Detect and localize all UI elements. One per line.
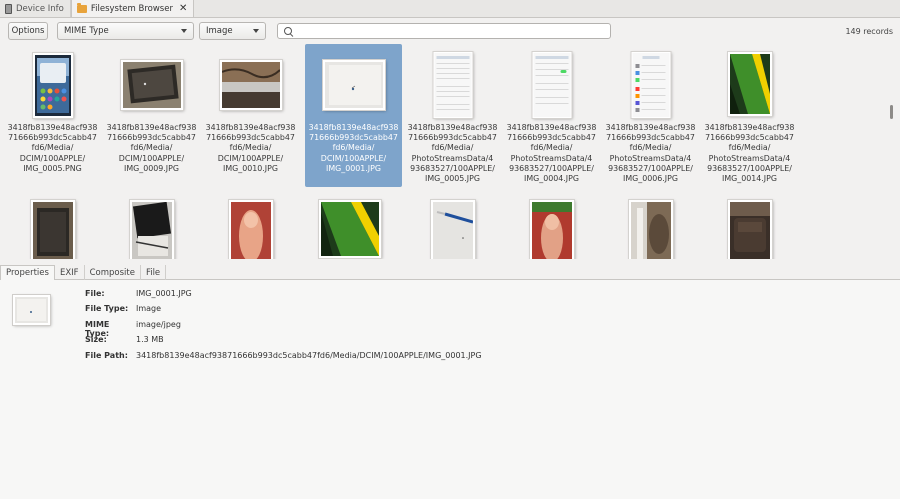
grid-tile[interactable]: 3418fb8139e48acf938 71666b993dc5cabb47 f… [701,44,798,187]
thumbnail-paper-dot [322,60,385,110]
tile-caption: 3418fb8139e48acf938 71666b993dc5cabb47 f… [605,123,696,184]
preview-thumbnail [13,295,50,325]
grid-tile[interactable] [4,196,101,259]
tab-file[interactable]: File [141,265,167,280]
thumbnail-cat-photo [628,200,673,259]
property-file: File: IMG_0001.JPG [85,289,192,298]
options-button-label: Options [11,26,45,36]
tile-caption: 3418fb8139e48acf938 71666b993dc5cabb47 f… [7,123,98,173]
thumbnail-tablet-photo [120,60,183,110]
thumbnail-pen-paper [430,200,475,259]
grid-tile[interactable]: 3418fb8139e48acf938 71666b993dc5cabb47 f… [503,44,600,187]
property-value: Image [136,304,162,313]
tab-exif[interactable]: EXIF [55,265,85,280]
tile-caption: 3418fb8139e48acf938 71666b993dc5cabb47 f… [407,123,498,184]
tab-properties[interactable]: Properties [0,265,55,280]
property-size: Size: 1.3 MB [85,335,164,344]
scrollbar-thumb[interactable] [890,105,893,119]
tile-caption: 3418fb8139e48acf938 71666b993dc5cabb47 f… [308,123,399,173]
grid-tile[interactable]: 3418fb8139e48acf938 71666b993dc5cabb47 f… [404,44,501,187]
tab-device-info-label: Device Info [16,3,64,14]
tile-caption: 3418fb8139e48acf938 71666b993dc5cabb47 f… [704,123,795,184]
thumbnail-grid: 3418fb8139e48acf938 71666b993dc5cabb47 f… [4,44,886,259]
search-input[interactable] [296,26,596,36]
grid-tile[interactable]: 3418fb8139e48acf938 71666b993dc5cabb47 f… [602,44,699,187]
tab-exif-label: EXIF [59,267,79,278]
mime-type-dropdown-value: MIME Type [64,26,109,36]
toolbar: Options MIME Type Image 149 records [0,18,900,44]
tab-filesystem-browser-label: Filesystem Browser [90,3,173,14]
top-tab-bar: Device Info Filesystem Browser ✕ [0,0,900,18]
search-box[interactable] [277,23,611,39]
grid-tile[interactable] [103,196,200,259]
grid-tile[interactable] [503,196,600,259]
thumbnail-dark-tablet [30,200,75,259]
property-label: Size: [85,335,107,344]
tab-composite-label: Composite [89,267,135,278]
grid-scrollbar[interactable] [888,44,896,259]
tab-file-label: File [145,267,161,278]
tab-device-info[interactable]: Device Info [0,0,71,17]
property-file-type: File Type: Image [85,304,161,313]
tile-caption: 3418fb8139e48acf938 71666b993dc5cabb47 f… [205,123,296,173]
property-label: File: [85,289,105,298]
grid-tile-selected[interactable]: 3418fb8139e48acf938 71666b993dc5cabb47 f… [305,44,402,187]
device-icon [5,3,12,14]
thumbnail-settings-screen [532,52,571,118]
tab-properties-label: Properties [6,268,49,278]
file-type-dropdown[interactable]: Image [199,22,266,40]
property-value: 3418fb8139e48acf93871666b993dc5cabb47fd6… [136,351,482,360]
thumbnail-iphone-lockscreen [32,53,73,118]
grid-tile[interactable] [202,196,299,259]
thumbnail-thumb-finger [228,200,273,259]
property-value: 1.3 MB [136,335,164,344]
thumbnail-thumb-red [529,200,574,259]
tab-filesystem-browser[interactable]: Filesystem Browser ✕ [70,0,195,17]
grid-tile[interactable] [602,196,699,259]
grid-tile[interactable]: 3418fb8139e48acf938 71666b993dc5cabb47 f… [103,44,200,187]
close-tab-icon[interactable]: ✕ [179,3,187,14]
thumbnail-fur-photo [219,60,282,110]
tab-composite[interactable]: Composite [85,265,141,280]
record-count: 149 records [845,27,893,36]
file-type-dropdown-value: Image [206,26,233,36]
thumbnail-settings-menu [631,52,670,118]
property-file-path: File Path: 3418fb8139e48acf93871666b993d… [85,351,482,360]
chevron-down-icon [253,29,259,33]
thumbnail-green-book-2 [318,200,381,258]
tile-caption: 3418fb8139e48acf938 71666b993dc5cabb47 f… [106,123,197,173]
grid-tile[interactable] [404,196,501,259]
search-icon [284,27,292,35]
thumbnail-green-book [727,52,772,116]
thumbnail-black-phone [129,200,174,259]
grid-tile[interactable]: 3418fb8139e48acf938 71666b993dc5cabb47 f… [202,44,299,187]
tile-caption: 3418fb8139e48acf938 71666b993dc5cabb47 f… [506,123,597,184]
thumbnail-settings-screen [433,52,472,118]
grid-tile[interactable] [301,196,398,259]
details-tab-bar: Properties EXIF Composite File [0,265,900,280]
property-label: File Type: [85,304,129,313]
folder-icon [76,2,87,13]
properties-panel: File: IMG_0001.JPG File Type: Image MIME… [0,280,900,499]
mime-type-dropdown[interactable]: MIME Type [57,22,194,40]
thumbnail-leather-chair [727,200,772,259]
property-label: File Path: [85,351,128,360]
grid-tile[interactable] [701,196,798,259]
options-button[interactable]: Options [8,22,48,40]
chevron-down-icon [181,29,187,33]
grid-tile[interactable]: 3418fb8139e48acf938 71666b993dc5cabb47 f… [4,44,101,187]
property-value: IMG_0001.JPG [136,289,192,298]
